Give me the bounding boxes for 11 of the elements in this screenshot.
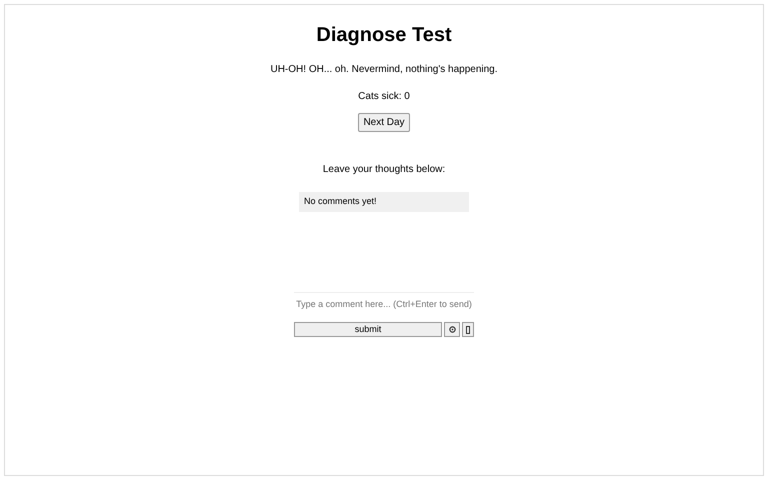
comment-field[interactable]: Type a comment here... (Ctrl+Enter to send) [294, 292, 474, 314]
extra-button[interactable] [462, 322, 474, 337]
comments-list: No comments yet! [299, 192, 469, 212]
submit-button[interactable]: submit [294, 322, 442, 337]
status-message: UH-OH! OH... oh. Nevermind, nothing's happening. [270, 63, 498, 77]
settings-button[interactable] [444, 322, 460, 337]
placeholder-glyph-icon [466, 326, 470, 334]
comments-heading: Leave your thoughts below: [322, 163, 446, 177]
page-title: Diagnose Test [316, 23, 452, 48]
next-day-button[interactable]: Next Day [358, 113, 410, 132]
cats-sick-counter: Cats sick: 0 [358, 90, 410, 104]
